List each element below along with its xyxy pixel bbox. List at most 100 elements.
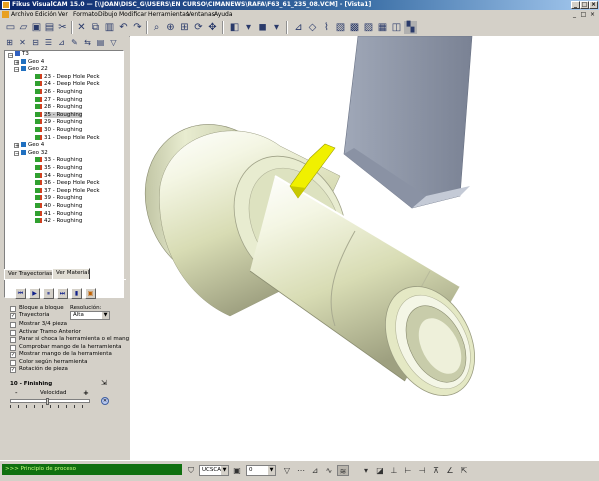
menu-archivo[interactable]: Archivo [11, 11, 33, 18]
tree-tool-icon[interactable]: ⊿ [55, 36, 68, 49]
tree-operation-item[interactable]: 40 - Roughing [35, 203, 82, 210]
paste-icon[interactable]: ▥ [103, 21, 116, 34]
tree-operation-item[interactable]: 35 - Roughing [35, 165, 82, 172]
tree-view-icon[interactable]: ⊞ [3, 36, 16, 49]
render-icon[interactable]: ▦ [376, 21, 389, 34]
pick-tool-icon[interactable]: ⇲ [101, 379, 107, 387]
tree-root[interactable]: T3 [15, 51, 29, 58]
tree-filter-icon[interactable]: ▽ [107, 36, 120, 49]
zoom-icon[interactable]: ⌕ [150, 21, 163, 34]
close-button[interactable]: × [589, 1, 598, 9]
tree-list-icon[interactable]: ☰ [42, 36, 55, 49]
measure-icon[interactable]: ⊿ [292, 21, 305, 34]
isometric-icon[interactable]: ◇ [306, 21, 319, 34]
cursor-icon[interactable]: ⇱ [458, 465, 470, 476]
tree-operation-item[interactable]: 37 - Deep Hole Peck [35, 187, 100, 195]
redo-icon[interactable]: ↷ [131, 21, 144, 34]
open-icon[interactable]: ▱ [17, 21, 30, 34]
tree-expander[interactable]: − [14, 151, 19, 157]
tree-operation-item[interactable]: 24 - Deep Hole Peck [35, 81, 100, 88]
model-icon[interactable]: ▾ [360, 465, 372, 476]
option-checkbox[interactable] [10, 329, 16, 336]
tree-operation-item[interactable]: 42 - Roughing [35, 218, 82, 225]
tree-operation-item[interactable]: 31 - Deep Hole Peck [35, 134, 100, 142]
tree-expand-icon[interactable]: ⊟ [29, 36, 42, 49]
menu-ventanas[interactable]: Ventanas [187, 11, 215, 18]
tree-operation-item[interactable]: 41 - Roughing [35, 210, 82, 218]
maximize-button[interactable]: □ [580, 1, 589, 9]
menu-formato[interactable]: Formato [73, 11, 98, 18]
grid-icon[interactable]: ⋯ [295, 465, 307, 476]
speed-thumb[interactable] [45, 398, 49, 405]
layer-select[interactable]: 0 ▼ [246, 465, 276, 476]
print-icon[interactable]: ▤ [43, 21, 56, 34]
save-icon[interactable]: ▣ [30, 21, 43, 34]
dyn-icon[interactable]: ⊢ [402, 465, 414, 476]
doc-icon[interactable] [2, 11, 9, 18]
play-button[interactable]: ▶ [29, 288, 40, 299]
angle-icon[interactable]: ∠ [444, 465, 456, 476]
rewind-button[interactable]: ⏮ [15, 288, 26, 299]
tree-operation-item[interactable]: 39 - Roughing [35, 195, 82, 202]
operations-tree[interactable]: − T3 Geo 4 + Geo 22 − 23 - Deep Hole Peck 24 … [4, 50, 124, 298]
tree-operation-item[interactable]: 26 - Roughing [35, 89, 82, 96]
tab-ver-material[interactable]: Ver Material [52, 268, 90, 279]
polar-icon[interactable]: ∿ [323, 465, 335, 476]
track-icon[interactable]: ⊥ [388, 465, 400, 476]
tree-operation-item[interactable]: 27 - Roughing [35, 96, 82, 104]
bloque-checkbox[interactable] [10, 306, 16, 312]
option-checkbox[interactable] [10, 344, 16, 351]
select-icon[interactable]: ✕ [75, 21, 88, 34]
menu-herramientas[interactable]: Herramientas [148, 11, 189, 18]
fit-icon[interactable]: ⊞ [178, 21, 191, 34]
annot-icon[interactable]: ⊼ [430, 465, 442, 476]
new-icon[interactable]: ▭ [4, 21, 17, 34]
undo-icon[interactable]: ↶ [117, 21, 130, 34]
tree-operation-item[interactable]: 34 - Roughing [35, 172, 82, 180]
tool-icon[interactable]: ▚ [404, 21, 417, 34]
toolpath-icon[interactable]: ⌇ [320, 21, 333, 34]
tree-operation-item[interactable]: 23 - Deep Hole Peck [35, 73, 100, 81]
wire-icon[interactable]: ▨ [362, 21, 375, 34]
layer-color-icon[interactable]: ▣ [231, 465, 243, 476]
tree-delete-icon[interactable]: ✕ [16, 36, 29, 49]
tree-operation-item[interactable]: 29 - Roughing [35, 119, 82, 126]
lineweight-icon[interactable]: ≋ [337, 465, 349, 476]
zoom-window-icon[interactable]: ⊕ [164, 21, 177, 34]
menu-edicion[interactable]: Edición [35, 11, 57, 18]
pause-button[interactable]: ⏸ [43, 288, 54, 299]
holder-icon[interactable]: ◫ [390, 21, 403, 34]
cube-icon[interactable]: ◼ [256, 21, 269, 34]
ortho-icon[interactable]: ⊿ [309, 465, 321, 476]
layer-icon[interactable]: ▾ [270, 21, 283, 34]
option-checkbox[interactable]: ✓ [10, 367, 16, 373]
section-icon[interactable]: ▧ [334, 21, 347, 34]
snap-icon[interactable]: ▽ [281, 465, 293, 476]
minimize-button[interactable]: _ [571, 1, 580, 9]
tree-expander[interactable]: + [14, 143, 19, 149]
root-expander[interactable]: − [8, 53, 13, 59]
option-checkbox[interactable] [10, 359, 16, 366]
tree-move-icon[interactable]: ⇆ [81, 36, 94, 49]
rotate-icon[interactable]: ⟳ [192, 21, 205, 34]
tree-operation-item[interactable]: 36 - Deep Hole Peck [35, 180, 100, 187]
pan-icon[interactable]: ✥ [206, 21, 219, 34]
speed-reset-icon[interactable]: ✕ [101, 397, 109, 405]
mdi-minimize-button[interactable]: _ [571, 11, 578, 18]
ucs-select[interactable]: UCSCAM ▼ [199, 465, 229, 476]
mdi-close-button[interactable]: × [589, 11, 596, 18]
tree-geo-item[interactable]: Geo 22 [21, 66, 48, 73]
stop-button[interactable]: ▮ [71, 288, 82, 299]
3d-viewport[interactable] [130, 36, 599, 460]
tree-expander[interactable]: + [14, 59, 19, 65]
filter-icon[interactable]: ⛉ [185, 465, 197, 476]
qp-icon[interactable]: ⊣ [416, 465, 428, 476]
tree-settings-icon[interactable]: ✎ [68, 36, 81, 49]
step-button[interactable]: ⏭ [57, 288, 68, 299]
tab-ver-trayectorias[interactable]: Ver Trayectorias [4, 269, 56, 279]
cut-icon[interactable]: ✂ [56, 21, 69, 34]
snapshot-button[interactable]: ▣ [85, 288, 96, 299]
tree-geo-item[interactable]: Geo 32 [21, 149, 48, 157]
option-checkbox[interactable] [10, 322, 16, 328]
copy-icon[interactable]: ⧉ [89, 21, 102, 34]
